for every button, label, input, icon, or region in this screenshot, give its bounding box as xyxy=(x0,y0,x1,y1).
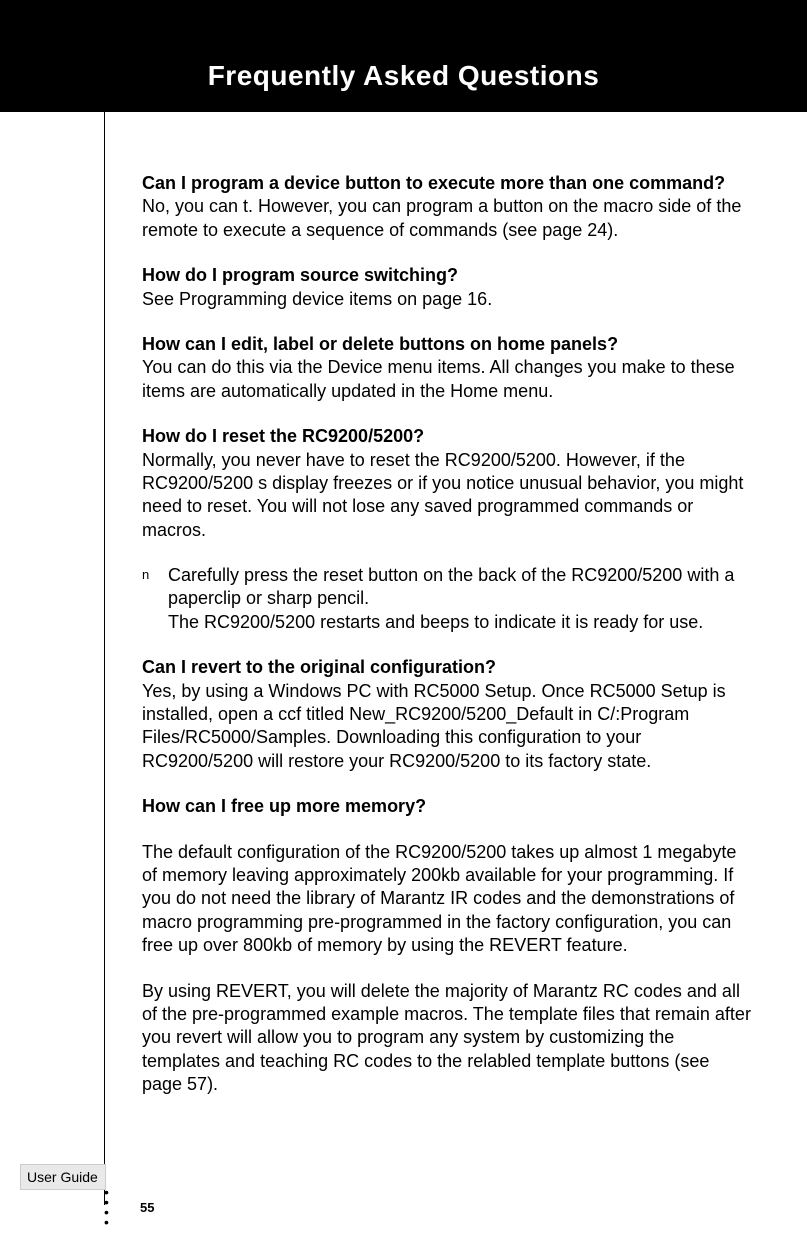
bullet-marker: n xyxy=(142,564,168,634)
faq-question: Can I revert to the original configurati… xyxy=(142,656,752,679)
side-label-text: User Guide xyxy=(27,1169,98,1185)
faq-question: How do I program source switching? xyxy=(142,264,752,287)
faq-question: How do I reset the RC9200/5200? xyxy=(142,425,752,448)
faq-question: Can I program a device button to execute… xyxy=(142,172,752,195)
bullet-text: Carefully press the reset button on the … xyxy=(168,564,752,634)
faq-answer: The default configuration of the RC9200/… xyxy=(142,841,752,958)
faq-answer: See Programming device items on page 16. xyxy=(142,288,752,311)
page-header: Frequently Asked Questions xyxy=(0,0,807,112)
faq-content: Can I program a device button to execute… xyxy=(142,172,752,1097)
side-label: User Guide xyxy=(20,1164,106,1190)
instruction-bullet: n Carefully press the reset button on th… xyxy=(142,564,752,634)
header-title: Frequently Asked Questions xyxy=(208,60,600,91)
faq-answer: Normally, you never have to reset the RC… xyxy=(142,449,752,543)
faq-answer: By using REVERT, you will delete the maj… xyxy=(142,980,752,1097)
page-number: 55 xyxy=(140,1200,154,1215)
dot-ornament: •••• xyxy=(104,1187,109,1227)
faq-question: How can I edit, label or delete buttons … xyxy=(142,333,752,356)
faq-answer: Yes, by using a Windows PC with RC5000 S… xyxy=(142,680,752,774)
faq-question: How can I free up more memory? xyxy=(142,795,752,818)
page-body: Can I program a device button to execute… xyxy=(0,112,807,1245)
faq-answer: You can do this via the Device menu item… xyxy=(142,356,752,403)
faq-answer: No, you can t. However, you can program … xyxy=(142,195,752,242)
vertical-rule xyxy=(104,112,105,1205)
